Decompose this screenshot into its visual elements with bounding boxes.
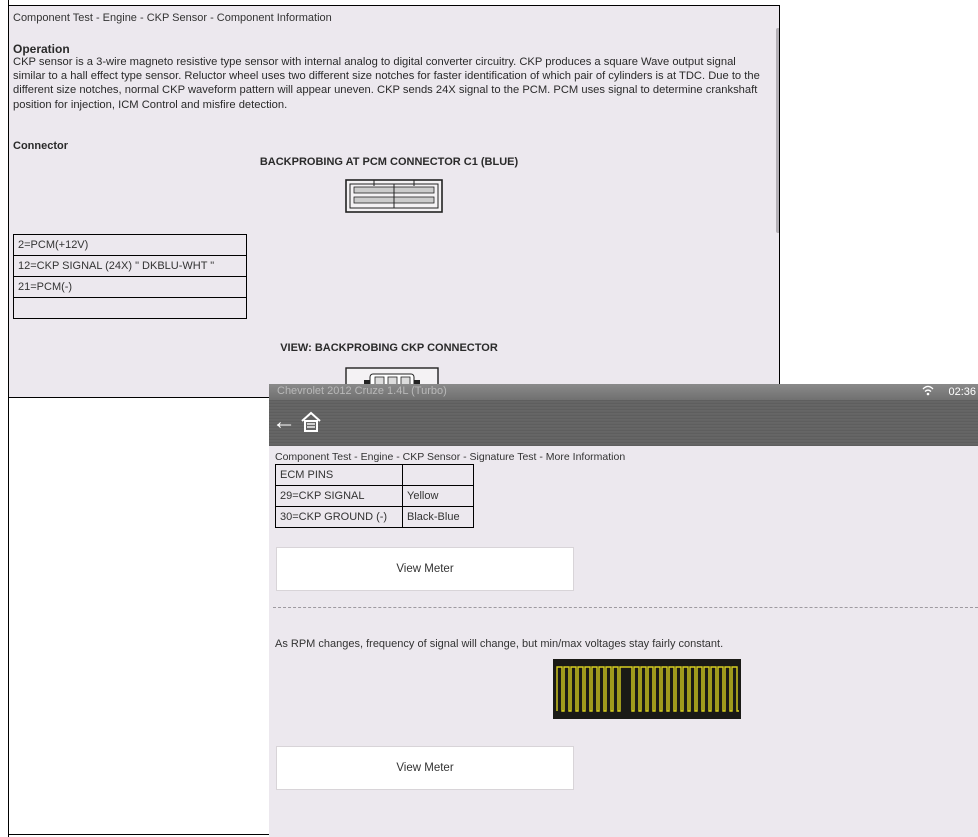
operation-text: CKP sensor is a 3-wire magneto resistive… — [13, 56, 760, 111]
table-row: 21=PCM(-) — [13, 276, 247, 298]
table-cell: ECM PINS — [275, 464, 403, 486]
home-icon[interactable] — [299, 410, 323, 434]
navigation-bar: ← — [269, 400, 978, 446]
operation-heading: Operation — [13, 42, 70, 56]
pcm-connector-diagram — [345, 179, 443, 213]
table-cell: Yellow — [402, 485, 474, 507]
rpm-note: As RPM changes, frequency of signal will… — [275, 638, 724, 650]
table-cell — [13, 297, 247, 319]
frame-bottom-line — [8, 834, 270, 835]
status-bar: Chevrolet 2012 Cruze 1.4L (Turbo) 02:36 — [269, 384, 978, 400]
table-cell: 21=PCM(-) — [13, 276, 247, 298]
table-cell: 29=CKP SIGNAL — [275, 485, 403, 507]
back-arrow-icon[interactable]: ← — [271, 408, 297, 436]
table-row: ECM PINS — [275, 464, 474, 486]
table-cell: Black-Blue — [402, 506, 474, 528]
vehicle-status-text: Chevrolet 2012 Cruze 1.4L (Turbo) — [277, 385, 447, 397]
pin-table: 2=PCM(+12V) 12=CKP SIGNAL (24X) " DKBLU-… — [13, 234, 247, 319]
status-time: 02:36 — [948, 386, 976, 398]
ecm-pins-table: ECM PINS 29=CKP SIGNAL Yellow 30=CKP GRO… — [275, 464, 474, 528]
table-row: 30=CKP GROUND (-) Black-Blue — [275, 506, 474, 528]
divider — [273, 607, 978, 608]
component-info-panel: Component Test - Engine - CKP Sensor - C… — [8, 5, 780, 398]
scrollbar[interactable] — [776, 28, 779, 233]
view-title: VIEW: BACKPROBING CKP CONNECTOR — [280, 342, 498, 354]
breadcrumb: Component Test - Engine - CKP Sensor - S… — [275, 451, 626, 463]
table-row: 29=CKP SIGNAL Yellow — [275, 485, 474, 507]
table-row: 12=CKP SIGNAL (24X) " DKBLU-WHT " — [13, 255, 247, 277]
table-row — [13, 297, 247, 319]
wifi-icon — [922, 385, 934, 399]
signature-test-panel: Chevrolet 2012 Cruze 1.4L (Turbo) 02:36 … — [269, 384, 978, 837]
breadcrumb: Component Test - Engine - CKP Sensor - C… — [13, 12, 332, 24]
view-meter-button[interactable]: View Meter — [276, 547, 574, 591]
connector-heading: Connector — [13, 140, 68, 152]
table-cell — [402, 464, 474, 486]
table-row: 2=PCM(+12V) — [13, 234, 247, 256]
waveform-image — [553, 659, 741, 719]
view-meter-button[interactable]: View Meter — [276, 746, 574, 790]
backprobe-title: BACKPROBING AT PCM CONNECTOR C1 (BLUE) — [259, 156, 519, 168]
table-cell: 2=PCM(+12V) — [13, 234, 247, 256]
table-cell: 30=CKP GROUND (-) — [275, 506, 403, 528]
table-cell: 12=CKP SIGNAL (24X) " DKBLU-WHT " — [13, 255, 247, 277]
